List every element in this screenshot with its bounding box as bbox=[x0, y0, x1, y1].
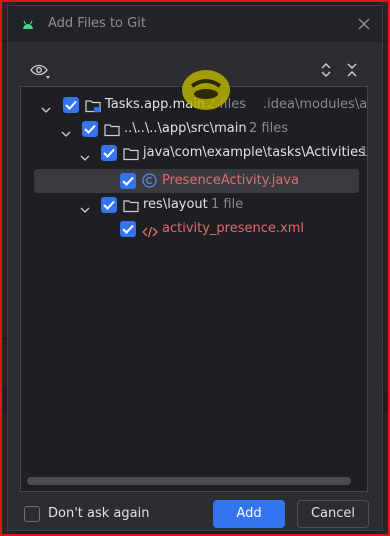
tree-row-module[interactable]: Tasks.app.main 2 files .idea\modules\app bbox=[21, 93, 367, 117]
chevron-down-icon[interactable] bbox=[80, 200, 90, 213]
tree-row-label: PresenceActivity.java bbox=[162, 173, 299, 188]
dont-ask-again-checkbox[interactable] bbox=[24, 506, 40, 522]
chevron-down-icon[interactable] bbox=[61, 124, 71, 137]
tree-row-file[interactable]: activity_presence.xml bbox=[21, 217, 367, 241]
android-icon bbox=[21, 16, 35, 35]
file-count: 1 file bbox=[211, 197, 244, 212]
module-path: .idea\modules\app bbox=[263, 97, 368, 112]
expand-all-icon[interactable] bbox=[318, 62, 334, 78]
show-ignored-eye-icon[interactable] bbox=[30, 62, 52, 80]
tree-row-label: Tasks.app.main bbox=[105, 97, 206, 112]
dialog-title: Add Files to Git bbox=[48, 16, 146, 31]
tree-row-directory[interactable]: ..\..\..\app\src\main 2 files bbox=[21, 117, 367, 141]
folder-icon bbox=[123, 146, 139, 170]
tree-row-file-selected[interactable]: PresenceActivity.java bbox=[34, 169, 359, 193]
dont-ask-again-label[interactable]: Don't ask again bbox=[48, 506, 149, 521]
tree-row-label: res\layout bbox=[143, 197, 208, 212]
collapse-all-icon[interactable] bbox=[344, 62, 360, 78]
close-icon[interactable] bbox=[356, 16, 372, 32]
checkbox-checked[interactable] bbox=[120, 173, 136, 189]
add-files-dialog: Add Files to Git Tasks.app.main 2 files … bbox=[7, 5, 383, 531]
tree-row-directory[interactable]: java\com\example\tasks\Activities 1 fi bbox=[21, 141, 367, 165]
file-count: 1 fi bbox=[360, 145, 368, 160]
checkbox-checked[interactable] bbox=[82, 121, 98, 137]
checkbox-checked[interactable] bbox=[120, 221, 136, 237]
chevron-down-icon[interactable] bbox=[41, 100, 51, 113]
tree-row-directory[interactable]: res\layout 1 file bbox=[21, 193, 367, 217]
horizontal-scrollbar[interactable] bbox=[27, 477, 351, 485]
tree-row-label: activity_presence.xml bbox=[162, 221, 304, 236]
file-count: 2 files bbox=[249, 121, 288, 136]
file-count: 2 files bbox=[207, 97, 246, 112]
tree-row-label: java\com\example\tasks\Activities bbox=[143, 145, 365, 160]
add-button[interactable]: Add bbox=[213, 500, 285, 528]
checkbox-checked[interactable] bbox=[101, 145, 117, 161]
checkbox-checked[interactable] bbox=[63, 97, 79, 113]
cancel-button[interactable]: Cancel bbox=[297, 500, 369, 528]
tree-row-label: ..\..\..\app\src\main bbox=[124, 121, 247, 136]
chevron-down-icon[interactable] bbox=[80, 148, 90, 161]
dialog-titlebar: Add Files to Git bbox=[8, 6, 382, 42]
file-tree: Tasks.app.main 2 files .idea\modules\app… bbox=[20, 86, 368, 492]
checkbox-checked[interactable] bbox=[101, 197, 117, 213]
xml-file-icon bbox=[142, 223, 158, 247]
